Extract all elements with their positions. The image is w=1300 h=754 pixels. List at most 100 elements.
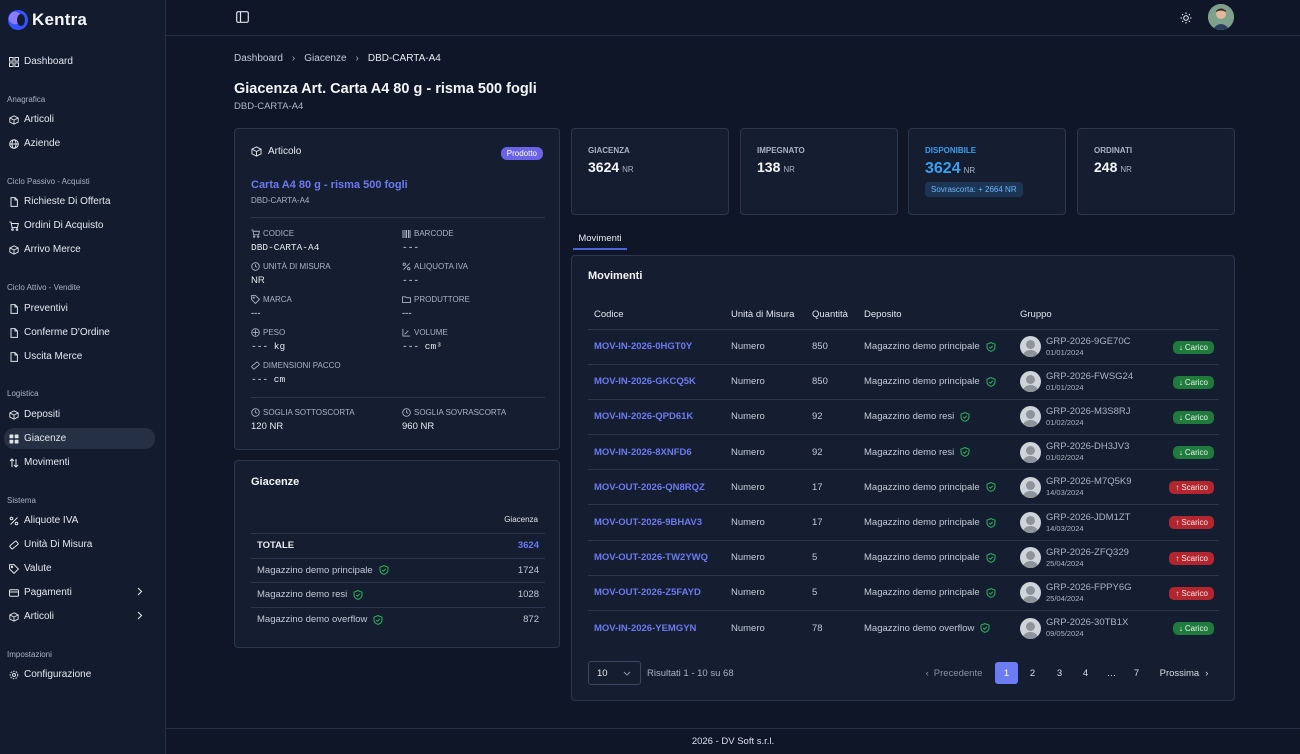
movement-code-link[interactable]: MOV-OUT-2026-Z5FAYD xyxy=(594,587,701,598)
sidebar-section-label: Ciclo Attivo - Vendite xyxy=(7,283,81,292)
sidebar-item-preventivi[interactable]: Preventivi xyxy=(4,298,155,319)
pagination-prev-button[interactable]: ‹ Precedente xyxy=(923,662,985,684)
giacenze-total-row: TOTALE 3624 xyxy=(251,533,545,559)
table-row[interactable]: MOV-IN-2026-QPD61K Numero 92 Magazzino demo… xyxy=(588,398,1219,435)
unit-cell: Numero xyxy=(725,539,806,576)
sidebar-toggle-button[interactable] xyxy=(235,10,250,24)
table-row[interactable]: MOV-IN-2026-GKCQ5K Numero 850 Magazzino dem… xyxy=(588,363,1219,400)
table-row[interactable]: MOV-OUT-2026-9BHAV3 Numero 17 Magazzino dem… xyxy=(588,504,1219,541)
depot-qty: 872 xyxy=(496,606,545,632)
group-info: GRP-2026-M7Q5K9 14/03/2024 xyxy=(1046,476,1132,498)
sidebar-item-uscita-merce[interactable]: Uscita Merce xyxy=(4,346,155,367)
tab-movimenti[interactable]: Movimenti xyxy=(573,228,627,250)
group-code: GRP-2026-30TB1X xyxy=(1046,617,1129,629)
arrow-down-icon: ↓ xyxy=(1178,342,1183,352)
arrow-down-icon: ↓ xyxy=(1178,448,1183,458)
sidebar-item-conferme-d-ordine[interactable]: Conferme D'Ordine xyxy=(4,322,155,343)
threshold-label: SOGLIA SOTTOSCORTA xyxy=(251,408,355,417)
sidebar-item-pagamenti[interactable]: Pagamenti xyxy=(4,582,155,603)
qty-cell: 92 xyxy=(806,398,858,435)
depot-cell: Magazzino demo overflow xyxy=(858,609,1014,646)
arrow-down-icon: ↓ xyxy=(1178,412,1183,422)
breadcrumb-dashboard[interactable]: Dashboard xyxy=(234,53,283,64)
pagination-next-button[interactable]: Prossima › xyxy=(1156,662,1212,684)
sidebar-item-arrivo-merce[interactable]: Arrivo Merce xyxy=(4,239,155,260)
sidebar-item-ordini-di-acquisto[interactable]: Ordini Di Acquisto xyxy=(4,215,155,236)
giacenze-card: Giacenze Giacenza TOTALE 3624 Magazzino de… xyxy=(234,460,560,648)
field-value: --- xyxy=(402,275,420,286)
threshold-value: 120 NR xyxy=(251,421,284,432)
table-row[interactable]: MOV-OUT-2026-QN8RQZ Numero 17 Magazzino dem… xyxy=(588,469,1219,505)
movement-type-badge: ↓ Carico xyxy=(1172,622,1214,635)
movement-code-link[interactable]: MOV-IN-2026-8XNFD6 xyxy=(594,447,692,458)
sidebar-item-dashboard[interactable]: Dashboard xyxy=(4,51,155,72)
total-label: TOTALE xyxy=(251,533,497,559)
movement-code-link[interactable]: MOV-IN-2026-GKCQ5K xyxy=(594,376,696,387)
movement-code-link[interactable]: MOV-IN-2026-YEMGYN xyxy=(594,623,696,634)
column-header-codice[interactable]: Codice xyxy=(588,301,725,329)
unit-cell: Numero xyxy=(725,504,806,541)
sidebar-item-aliquote-iva[interactable]: Aliquote IVA xyxy=(4,510,155,531)
movement-code-link[interactable]: MOV-IN-2026-QPD61K xyxy=(594,411,693,422)
movement-code-link[interactable]: MOV-OUT-2026-TW2YWQ xyxy=(594,552,708,563)
app-logo[interactable]: Kentra xyxy=(8,9,87,31)
column-header-gruppo[interactable]: Gruppo xyxy=(1014,301,1219,329)
sidebar-item-giacenze[interactable]: Giacenze xyxy=(4,428,155,449)
pagination-page-2[interactable]: 2 xyxy=(1021,662,1044,684)
table-row[interactable]: MOV-IN-2026-YEMGYN Numero 78 Magazzino demo… xyxy=(588,609,1219,646)
movement-type-label: Carico xyxy=(1184,342,1208,352)
shield-check-icon xyxy=(986,517,996,528)
column-header-quantit-[interactable]: Quantità xyxy=(806,301,858,329)
pagination-page-4[interactable]: 4 xyxy=(1074,662,1097,684)
movement-code-link[interactable]: MOV-OUT-2026-QN8RQZ xyxy=(594,482,705,493)
sidebar-item-articoli[interactable]: Articoli xyxy=(4,109,155,130)
sidebar-item-aziende[interactable]: Aziende xyxy=(4,133,155,154)
pagination-page-7[interactable]: 7 xyxy=(1125,662,1148,684)
column-header-unit-di-misura[interactable]: Unità di Misura xyxy=(725,301,806,329)
box-icon xyxy=(8,244,19,255)
sidebar-item-richieste-di-offerta[interactable]: Richieste Di Offerta xyxy=(4,191,155,212)
page-size-select[interactable]: 10 xyxy=(588,661,641,685)
column-header-deposito[interactable]: Deposito xyxy=(858,301,1014,329)
sidebar-section-label: Ciclo Passivo - Acquisti xyxy=(7,177,90,186)
sidebar-item-label: Articoli xyxy=(24,611,55,622)
table-row[interactable]: MOV-IN-2026-8XNFD6 Numero 92 Magazzino demo… xyxy=(588,434,1219,470)
footer-text: 2026 - DV Soft s.r.l. xyxy=(691,736,775,747)
barcode-icon xyxy=(402,229,411,238)
kpi-value: 3624 xyxy=(925,160,961,177)
table-row[interactable]: MOV-IN-2026-0HGT0Y Numero 850 Magazzino dem… xyxy=(588,328,1219,365)
table-row[interactable]: MOV-OUT-2026-Z5FAYD Numero 5 Magazzino demo… xyxy=(588,574,1219,611)
group-info: GRP-2026-FWSG24 01/01/2024 xyxy=(1046,371,1133,393)
sidebar-item-movimenti[interactable]: Movimenti xyxy=(4,452,155,473)
movement-code-link[interactable]: MOV-OUT-2026-9BHAV3 xyxy=(594,517,702,528)
kpi-note-badge: Sovrascorta: + 2664 NR xyxy=(925,182,1023,197)
sidebar-item-articoli[interactable]: Articoli xyxy=(4,606,155,627)
user-avatar[interactable] xyxy=(1208,4,1234,30)
depot-name: Magazzino demo principale xyxy=(864,552,980,564)
depot-cell: Magazzino demo principale xyxy=(858,469,1014,505)
sidebar-item-unit-di-misura[interactable]: Unità Di Misura xyxy=(4,534,155,555)
kpi-unit: NR xyxy=(1120,165,1132,174)
group-date: 01/02/2024 xyxy=(1046,417,1084,427)
box-icon xyxy=(8,611,19,622)
article-field-dimensioni-pacco: DIMENSIONI PACCO --- cm xyxy=(251,361,341,385)
arrow-down-icon: ↓ xyxy=(1178,624,1183,633)
pagination-page-3[interactable]: 3 xyxy=(1048,662,1071,684)
shield-check-icon xyxy=(379,565,389,576)
theme-toggle-button[interactable] xyxy=(1178,10,1193,25)
user-avatar-icon xyxy=(1020,582,1041,604)
table-row[interactable]: MOV-OUT-2026-TW2YWQ Numero 5 Magazzino demo… xyxy=(588,539,1219,576)
sidebar-item-label: Dashboard xyxy=(24,56,73,67)
depot-name: Magazzino demo overflow xyxy=(864,622,975,634)
sidebar-item-configurazione[interactable]: Configurazione xyxy=(4,664,155,685)
breadcrumb-giacenze[interactable]: Giacenze xyxy=(304,53,346,64)
sidebar-section-label: Logistica xyxy=(7,389,39,398)
depot-name: Magazzino demo principale xyxy=(864,481,980,493)
pagination-page-1[interactable]: 1 xyxy=(995,662,1018,684)
field-value: --- cm xyxy=(251,374,286,385)
unit-cell: Numero xyxy=(725,328,806,365)
movement-code-link[interactable]: MOV-IN-2026-0HGT0Y xyxy=(594,341,692,352)
sidebar-item-valute[interactable]: Valute xyxy=(4,558,155,579)
depot-name: Magazzino demo principale xyxy=(864,376,980,388)
sidebar-item-depositi[interactable]: Depositi xyxy=(4,404,155,425)
